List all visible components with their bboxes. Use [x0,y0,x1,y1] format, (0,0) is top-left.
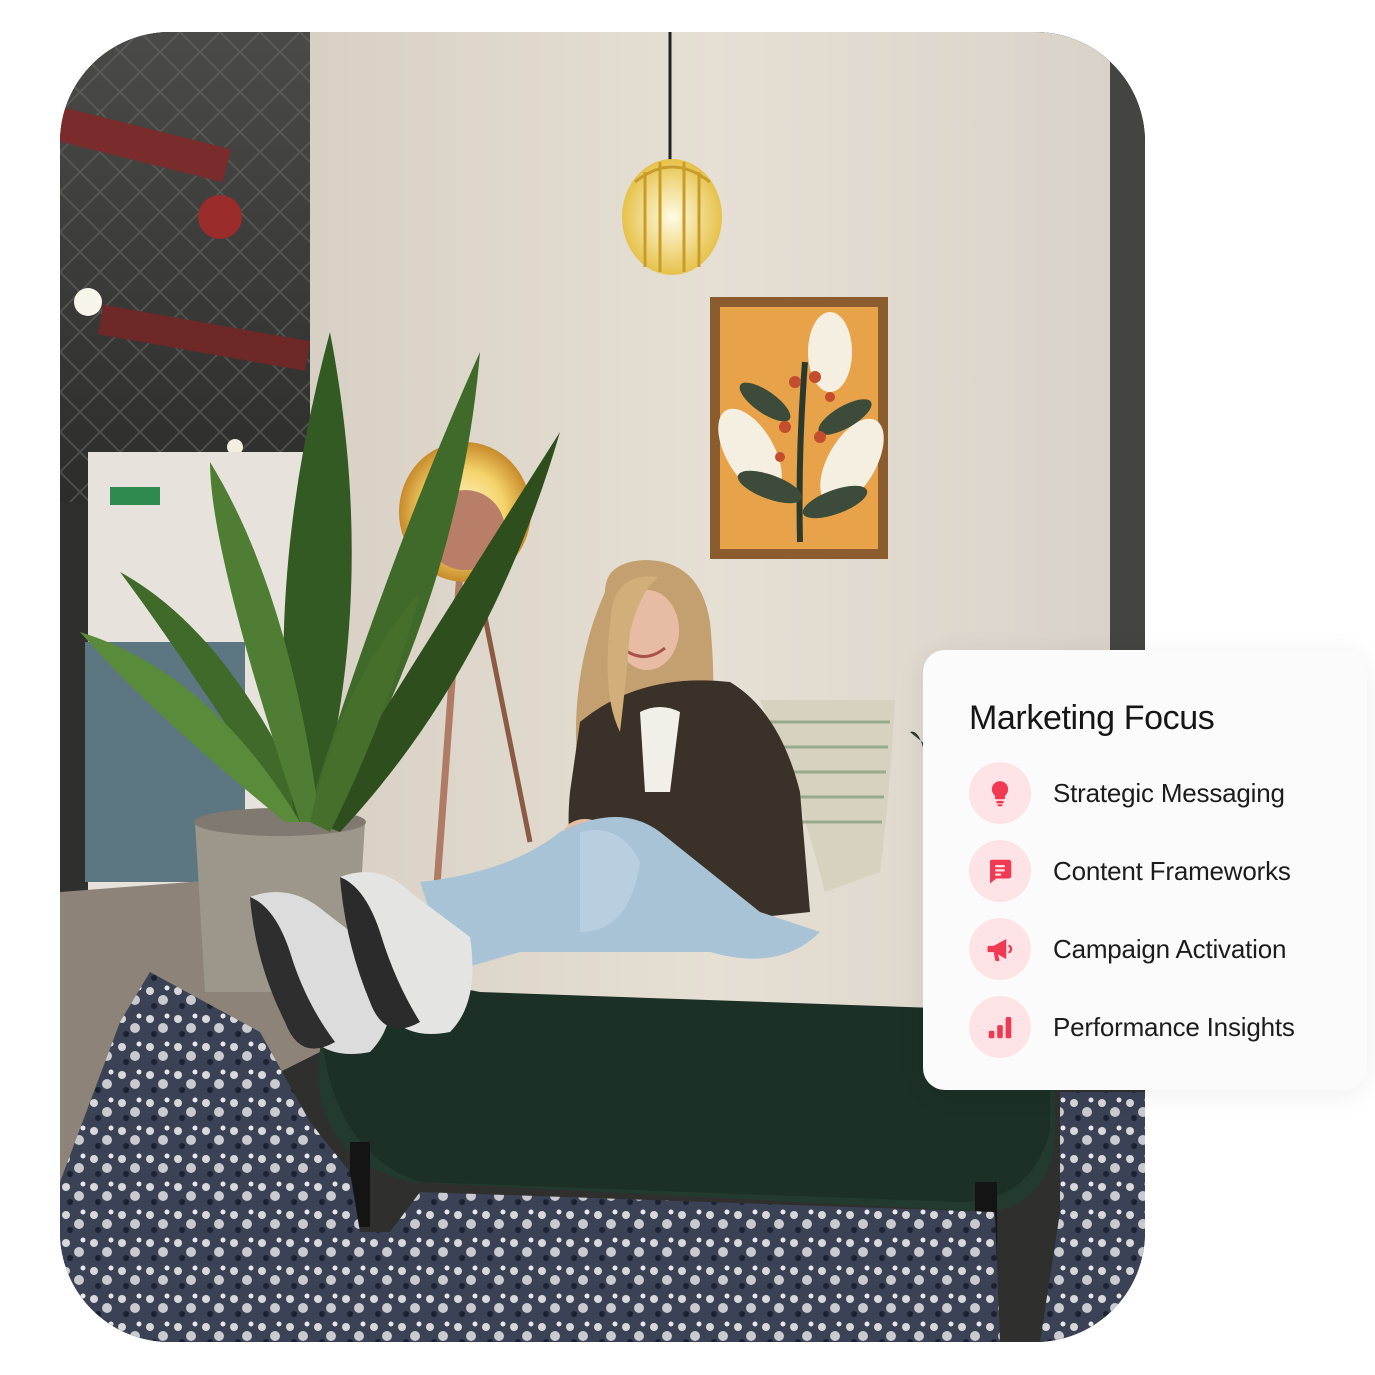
item-label: Performance Insights [1053,1011,1295,1042]
list-item: Content Frameworks [969,840,1367,902]
message-square-icon [989,859,1012,884]
megaphone-icon [987,939,1013,962]
page: Marketing Focus Strategic Messaging Cont… [0,0,1375,1375]
item-label: Campaign Activation [1053,933,1287,964]
icon-badge [969,996,1031,1058]
bar-chart-icon [988,1017,1012,1039]
icon-badge [969,762,1031,824]
item-label: Content Frameworks [1053,855,1291,886]
icon-badge [969,918,1031,980]
list-item: Performance Insights [969,996,1367,1058]
list-item: Campaign Activation [969,918,1367,980]
lightbulb-icon [991,781,1009,807]
marketing-focus-card: Marketing Focus Strategic Messaging Cont… [923,650,1367,1090]
item-label: Strategic Messaging [1053,777,1285,808]
list-item: Strategic Messaging [969,762,1367,824]
focus-list: Strategic Messaging Content Frameworks C… [969,762,1367,1058]
icon-badge [969,840,1031,902]
card-title: Marketing Focus [969,699,1215,737]
